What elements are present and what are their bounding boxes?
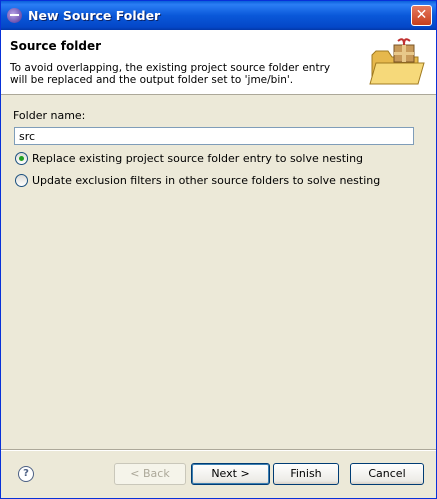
folder-name-label: Folder name: [13, 109, 86, 122]
close-button[interactable]: ✕ [411, 5, 432, 26]
replace-entry-option[interactable]: Replace existing project source folder e… [15, 152, 363, 165]
eclipse-app-icon [7, 8, 22, 23]
cancel-button[interactable]: Cancel [350, 463, 424, 485]
replace-entry-label: Replace existing project source folder e… [32, 152, 364, 165]
wizard-content: Folder name: Replace existing project so… [1, 95, 436, 449]
footer-divider [1, 449, 436, 451]
update-filters-label: Update exclusion filters in other source… [32, 174, 381, 187]
help-icon[interactable]: ? [18, 466, 34, 482]
wizard-header: Source folder To avoid overlapping, the … [1, 30, 436, 95]
update-filters-option[interactable]: Update exclusion filters in other source… [15, 174, 380, 187]
folder-with-package-icon [369, 38, 425, 85]
folder-name-input[interactable] [14, 127, 414, 145]
page-title: Source folder [10, 39, 102, 53]
next-button[interactable]: Next > [191, 463, 270, 485]
back-button[interactable]: < Back [114, 463, 186, 485]
finish-button[interactable]: Finish [273, 463, 339, 485]
window-title: New Source Folder [28, 8, 161, 23]
dialog-window: New Source Folder ✕ Source folder To avo… [0, 0, 437, 499]
title-bar[interactable]: New Source Folder ✕ [1, 1, 436, 30]
header-message: To avoid overlapping, the existing proje… [10, 62, 331, 86]
radio-unselected[interactable] [15, 174, 28, 187]
radio-selected[interactable] [15, 152, 28, 165]
